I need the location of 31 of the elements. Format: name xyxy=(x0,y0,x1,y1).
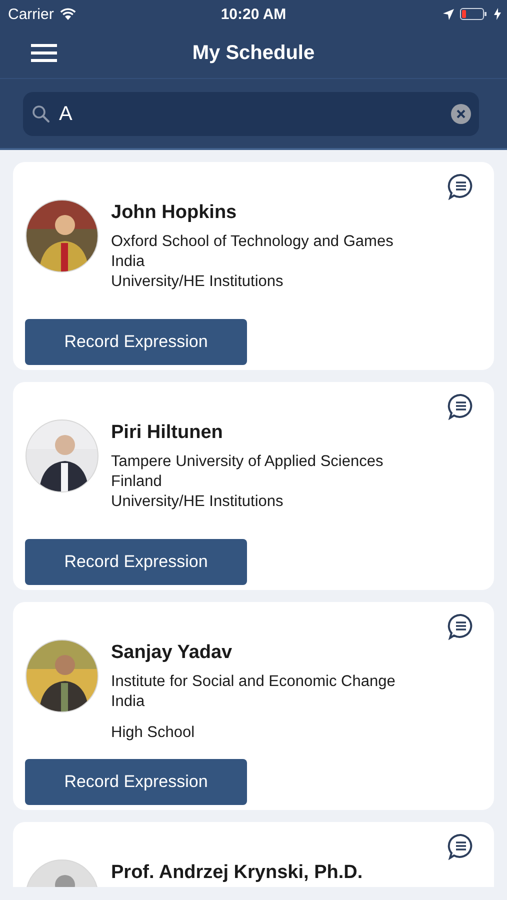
person-name: Prof. Andrzej Krynski, Ph.D. xyxy=(111,862,363,884)
location-icon xyxy=(443,8,454,20)
chat-icon[interactable] xyxy=(447,833,475,860)
person-detail: Oxford School of Technology and Games xyxy=(111,232,394,252)
carrier-label: Carrier xyxy=(8,6,54,22)
person-detail: University/HE Institutions xyxy=(111,272,284,292)
search-icon xyxy=(32,105,50,123)
screen-title: My Schedule xyxy=(191,42,316,64)
person-detail: Institute for Social and Economic Change xyxy=(111,672,396,692)
person-detail: India xyxy=(111,252,146,272)
charging-icon xyxy=(494,8,501,20)
chat-icon[interactable] xyxy=(447,173,475,200)
person-detail: India xyxy=(111,692,146,712)
clock-time: 10:20 AM xyxy=(220,6,288,22)
clear-icon[interactable] xyxy=(451,104,471,124)
person-detail: University/HE Institutions xyxy=(111,492,284,512)
person-detail: Finland xyxy=(111,472,163,492)
search-field[interactable]: A xyxy=(23,92,479,136)
battery-icon xyxy=(460,8,488,20)
person-detail: Tampere University of Applied Sciences xyxy=(111,452,384,472)
person-name: Sanjay Yadav xyxy=(111,642,234,664)
person-detail: High School xyxy=(111,723,196,743)
record-expression-button[interactable]: Record Expression xyxy=(25,759,247,805)
chat-icon[interactable] xyxy=(447,613,475,640)
chat-icon[interactable] xyxy=(447,393,475,420)
menu-icon[interactable] xyxy=(31,44,57,62)
record-expression-button[interactable]: Record Expression xyxy=(25,319,247,365)
record-expression-button[interactable]: Record Expression xyxy=(25,539,247,585)
person-name: John Hopkins xyxy=(111,202,238,224)
wifi-icon xyxy=(60,8,76,20)
person-name: Piri Hiltunen xyxy=(111,422,224,444)
